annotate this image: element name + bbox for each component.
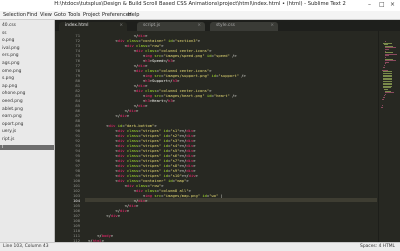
menu-bar: Selection Find View Goto Tools Project P… [0, 11, 400, 20]
sidebar-file-item[interactable]: ablet.png [2, 107, 23, 112]
menu-goto[interactable]: Goto [54, 11, 66, 19]
tab-index-html[interactable]: index.html × [59, 22, 127, 31]
code-line: </div> [88, 213, 121, 218]
code-line: </div> [88, 113, 130, 118]
sidebar-file-item[interactable]: ival.png [2, 46, 19, 51]
sidebar-file-item[interactable]: ags.png [2, 61, 20, 66]
sidebar-file-item[interactable]: 40.css [2, 23, 16, 28]
sidebar-file-item[interactable]: earn.png [2, 114, 22, 119]
menu-project[interactable]: Project [83, 11, 100, 19]
tab-bar: index.html × script.js × style.css × [55, 20, 400, 31]
menu-tools[interactable]: Tools [68, 11, 80, 19]
menu-view[interactable]: View [40, 11, 52, 19]
tab-close-icon[interactable]: × [119, 23, 123, 28]
tab-close-icon[interactable]: × [270, 23, 274, 28]
menu-help[interactable]: Help [128, 11, 139, 19]
sidebar-file-item[interactable]: oeed.png [2, 99, 23, 104]
tab-label: index.html [65, 23, 89, 28]
minimap[interactable] [378, 31, 400, 242]
sidebar-file-list[interactable]: 40.css ss o.png ival.png ers.png ags.png ome.p… [0, 20, 55, 242]
sidebar-file-item[interactable]: uery.js [2, 129, 16, 134]
sidebar-file-item[interactable]: oport.png [2, 122, 23, 127]
minimize-icon[interactable]: – [368, 1, 371, 8]
menu-find[interactable]: Find [27, 11, 37, 19]
tab-label: script.js [143, 23, 161, 28]
minimap-line [383, 66, 385, 68]
minimap-line [385, 92, 395, 94]
tab-close-icon[interactable]: × [197, 23, 201, 28]
tab-script-js[interactable]: script.js × [137, 22, 205, 31]
line-number-gutter: 71 72 73 74 75 76 77 78 79 80 81 82 83 84 85 86 87 88 89 90… [55, 31, 85, 243]
close-icon[interactable]: × [390, 1, 395, 8]
sidebar-file-item[interactable]: l [0, 144, 54, 150]
menu-selection[interactable]: Selection [3, 11, 26, 19]
sidebar-file-item[interactable]: ript.js [2, 137, 14, 142]
tab-style-css[interactable]: style.css × [210, 22, 278, 31]
sidebar-file-item[interactable]: ap.png [2, 84, 17, 89]
sidebar-file-item[interactable]: ers.png [2, 53, 19, 58]
menu-preferences[interactable]: Preferences [102, 11, 131, 19]
minimap-line [382, 98, 384, 100]
sidebar-file-item[interactable]: ohone.png [2, 91, 25, 96]
sidebar-file-item[interactable]: ss [2, 31, 7, 36]
minimap-line [381, 106, 383, 108]
sidebar-file-item[interactable]: ome.png [2, 69, 21, 74]
maximize-icon[interactable]: □ [379, 1, 385, 8]
tab-label: style.css [216, 23, 235, 28]
sidebar-file-item[interactable]: s.png [2, 76, 14, 81]
sidebar-file-item[interactable]: o.png [2, 38, 14, 43]
window-title: H:\htdocs\tutsplus\Design & Build Scroll… [54, 1, 346, 7]
code-editor[interactable]: </div> <div class="container" id="sectio… [88, 31, 378, 242]
